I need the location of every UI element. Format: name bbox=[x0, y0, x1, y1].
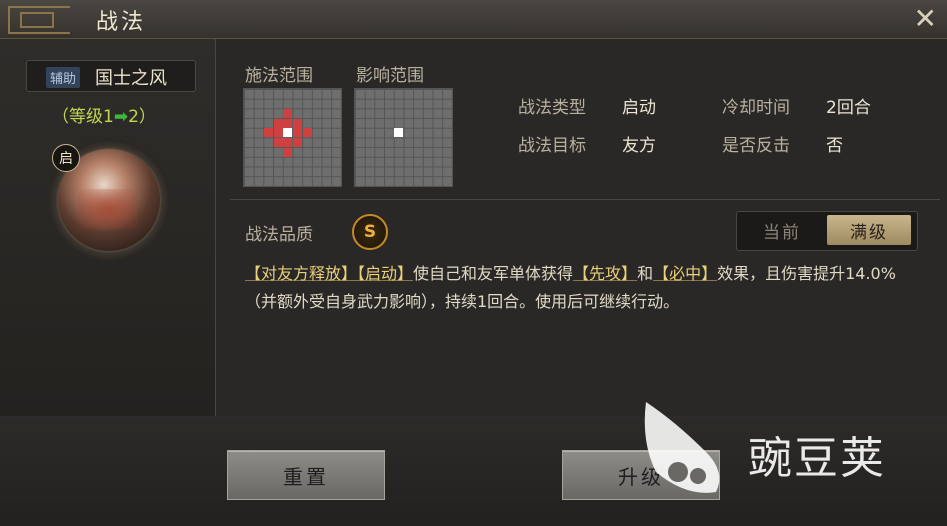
range-cell bbox=[263, 128, 273, 138]
window-title: 战法 bbox=[96, 10, 147, 35]
range-cell bbox=[273, 128, 283, 138]
effect-range-label: 影响范围 bbox=[356, 66, 424, 86]
title-ornament bbox=[8, 6, 70, 34]
desc-tag-first-strike: 【先攻】 bbox=[573, 264, 638, 283]
counter-value: 否 bbox=[826, 136, 843, 156]
effect-cell bbox=[394, 128, 404, 138]
range-cell bbox=[273, 138, 283, 147]
range-cell bbox=[302, 128, 312, 138]
cooldown-label: 冷却时间 bbox=[722, 98, 790, 118]
range-cell bbox=[283, 147, 293, 157]
watermark-logo-icon bbox=[644, 402, 720, 493]
skill-target-value: 友方 bbox=[622, 136, 656, 156]
cast-range-grid bbox=[243, 88, 342, 187]
range-cell bbox=[283, 118, 293, 128]
skill-name-box: 辅助 国士之风 bbox=[26, 60, 196, 92]
level-toggle: 当前 满级 bbox=[736, 211, 918, 251]
range-cell bbox=[293, 128, 302, 138]
desc-text-1: 使自己和友军单体获得 bbox=[413, 264, 574, 283]
effect-range-grid bbox=[354, 88, 453, 187]
range-cell bbox=[283, 108, 293, 118]
quality-grade-icon: S bbox=[352, 214, 388, 250]
desc-tag-target: 【对友方释放】 bbox=[245, 264, 358, 283]
tab-current[interactable]: 当前 bbox=[740, 215, 824, 245]
quality-label: 战法品质 bbox=[245, 225, 313, 245]
desc-tag-sure-hit: 【必中】 bbox=[653, 264, 718, 283]
skill-type-label: 战法类型 bbox=[518, 98, 586, 118]
range-cell bbox=[293, 118, 302, 128]
level-prefix: （等级1 bbox=[52, 107, 114, 127]
level-progress: （等级1➡2） bbox=[52, 102, 156, 127]
reset-button[interactable]: 重置 bbox=[227, 450, 385, 500]
skill-type-value: 启动 bbox=[622, 98, 656, 118]
range-cell bbox=[283, 138, 293, 147]
arrow-right-icon: ➡ bbox=[113, 107, 129, 127]
level-suffix: 2） bbox=[128, 107, 156, 127]
cooldown-value: 2回合 bbox=[826, 98, 871, 118]
counter-label: 是否反击 bbox=[722, 136, 790, 156]
caster-cell bbox=[283, 128, 293, 138]
section-divider bbox=[230, 199, 940, 200]
portrait-badge: 启 bbox=[52, 144, 80, 172]
watermark-text: 豌豆荚 bbox=[748, 433, 886, 484]
skill-name: 国士之风 bbox=[95, 68, 167, 89]
title-bar: 战法 ✕ bbox=[0, 0, 947, 39]
range-cell bbox=[293, 138, 302, 147]
skill-target-label: 战法目标 bbox=[518, 136, 586, 156]
desc-text-2: 和 bbox=[637, 264, 654, 283]
skill-description: 【对友方释放】【启动】使自己和友军单体获得【先攻】和【必中】效果，且伤害提升14… bbox=[245, 260, 925, 316]
cast-range-label: 施法范围 bbox=[245, 66, 313, 86]
skill-type-badge: 辅助 bbox=[46, 67, 81, 88]
tab-max-level[interactable]: 满级 bbox=[827, 215, 911, 245]
desc-tag-type: 【启动】 bbox=[357, 264, 414, 283]
close-icon[interactable]: ✕ bbox=[914, 2, 937, 36]
range-cell bbox=[273, 118, 283, 128]
